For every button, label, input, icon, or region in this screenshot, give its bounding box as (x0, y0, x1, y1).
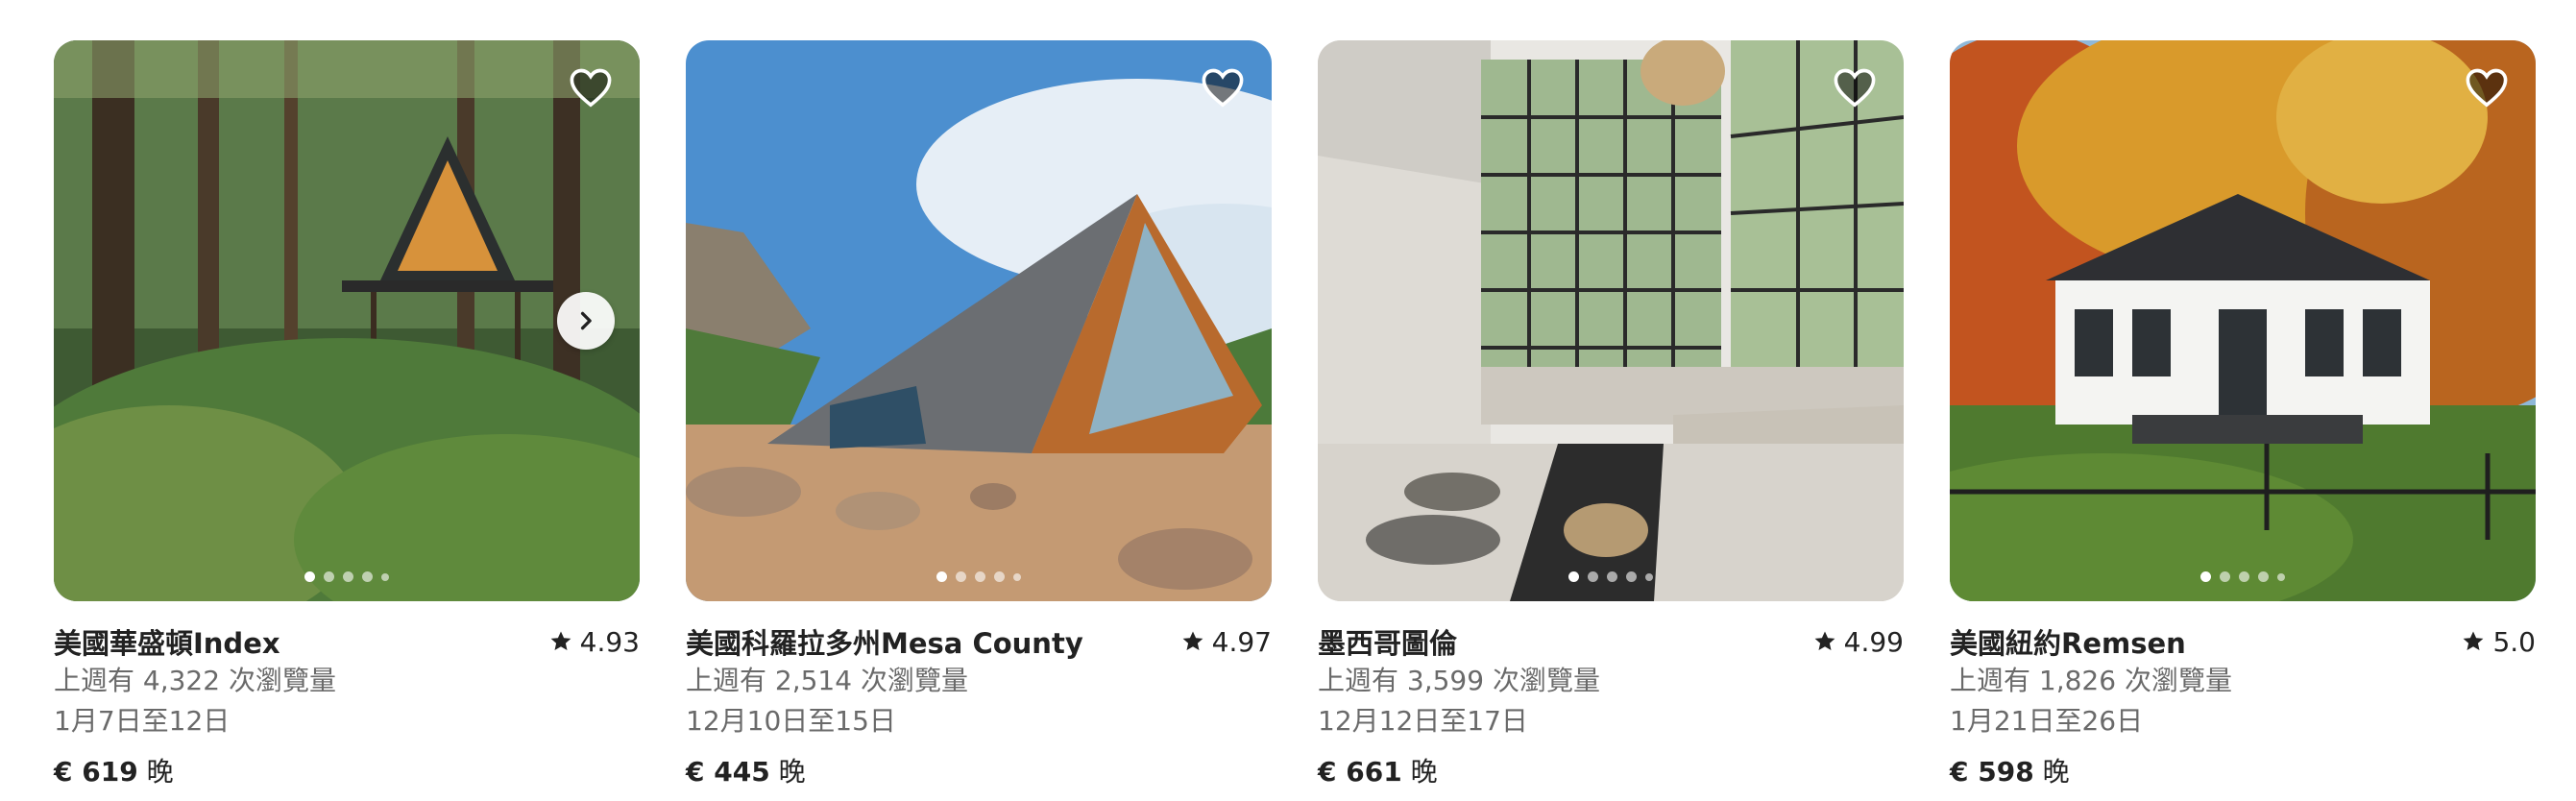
photo-dot[interactable] (994, 571, 1005, 582)
listing-rating: 4.93 (549, 626, 640, 658)
price-unit: 晚 (1410, 756, 1438, 788)
listing-price: € 598 晚 (1950, 753, 2536, 791)
treehouse-forest-image (54, 40, 640, 601)
photo-dot[interactable] (1645, 572, 1653, 581)
price-unit: 晚 (778, 756, 806, 788)
listing-dates: 12月10日至15日 (686, 705, 896, 737)
photo-dot[interactable] (975, 571, 985, 582)
favorite-heart-icon[interactable] (1833, 67, 1877, 108)
listing-photo[interactable] (1318, 40, 1904, 601)
photo-dot[interactable] (2239, 571, 2249, 582)
favorite-heart-icon[interactable] (569, 67, 613, 108)
listing-views: 上週有 3,599 次瀏覽量 (1318, 665, 1600, 696)
photo-dot[interactable] (2200, 571, 2211, 582)
rating-value: 4.97 (1211, 625, 1272, 658)
listing-title[interactable]: 美國華盛頓Index (54, 621, 280, 662)
rating-value: 4.93 (579, 625, 640, 658)
photo-dot[interactable] (936, 571, 947, 582)
listing-dates: 1月7日至12日 (54, 705, 231, 737)
photo-pagination (686, 571, 1272, 582)
photo-pagination (54, 571, 640, 582)
listing-info: 美國華盛頓Index 4.93 上週有 4,322 次瀏覽量 1月7日至12日 … (54, 622, 640, 791)
listing-title[interactable]: 墨西哥圖倫 (1318, 621, 1457, 662)
rating-value: 4.99 (1843, 625, 1904, 658)
listing-views: 上週有 4,322 次瀏覽量 (54, 665, 336, 696)
listing-views: 上週有 2,514 次瀏覽量 (686, 665, 968, 696)
listing-views: 上週有 1,826 次瀏覽量 (1950, 665, 2232, 696)
price-amount: € 619 (54, 756, 138, 788)
photo-dot[interactable] (381, 572, 389, 581)
listing-info: 墨西哥圖倫 4.99 上週有 3,599 次瀏覽量 12月12日至17日 € 6… (1318, 622, 1904, 791)
listing-card[interactable]: 美國紐約Remsen 5.0 上週有 1,826 次瀏覽量 1月21日至26日 … (1950, 40, 2536, 791)
photo-dot[interactable] (2258, 571, 2269, 582)
listing-card[interactable]: 美國科羅拉多州Mesa County 4.97 上週有 2,514 次瀏覽量 1… (686, 40, 1272, 791)
listing-info: 美國科羅拉多州Mesa County 4.97 上週有 2,514 次瀏覽量 1… (686, 622, 1272, 791)
a-frame-cabin-image (686, 40, 1272, 601)
photo-dot[interactable] (1013, 572, 1021, 581)
price-amount: € 598 (1950, 756, 2034, 788)
favorite-heart-icon[interactable] (1201, 67, 1245, 108)
photo-dot[interactable] (1626, 571, 1637, 582)
autumn-cottage-image (1950, 40, 2536, 601)
listings-grid: 美國華盛頓Index 4.93 上週有 4,322 次瀏覽量 1月7日至12日 … (54, 40, 2536, 791)
photo-dot[interactable] (1568, 571, 1579, 582)
photo-dot[interactable] (324, 571, 334, 582)
listing-photo[interactable] (54, 40, 640, 601)
listing-info: 美國紐約Remsen 5.0 上週有 1,826 次瀏覽量 1月21日至26日 … (1950, 622, 2536, 791)
listing-dates: 1月21日至26日 (1950, 705, 2144, 737)
photo-dot[interactable] (2220, 571, 2230, 582)
photo-dot[interactable] (2277, 572, 2285, 581)
photo-dot[interactable] (343, 571, 353, 582)
star-icon (550, 631, 571, 650)
listing-price: € 445 晚 (686, 753, 1272, 791)
listing-card[interactable]: 美國華盛頓Index 4.93 上週有 4,322 次瀏覽量 1月7日至12日 … (54, 40, 640, 791)
living-room-interior-image (1318, 40, 1904, 601)
price-unit: 晚 (2042, 756, 2070, 788)
rating-value: 5.0 (2492, 625, 2536, 658)
listing-dates: 12月12日至17日 (1318, 705, 1528, 737)
listing-price: € 619 晚 (54, 753, 640, 791)
listing-title[interactable]: 美國紐約Remsen (1950, 621, 2186, 662)
photo-dot[interactable] (1607, 571, 1617, 582)
star-icon (1182, 631, 1203, 650)
star-icon (1814, 631, 1835, 650)
price-unit: 晚 (146, 756, 174, 788)
photo-dot[interactable] (304, 571, 315, 582)
star-icon (2464, 631, 2484, 650)
favorite-heart-icon[interactable] (2465, 67, 2509, 108)
listing-title[interactable]: 美國科羅拉多州Mesa County (686, 621, 1083, 662)
price-amount: € 661 (1318, 756, 1402, 788)
photo-dot[interactable] (1588, 571, 1598, 582)
listing-photo[interactable] (1950, 40, 2536, 601)
photo-dot[interactable] (362, 571, 373, 582)
listing-price: € 661 晚 (1318, 753, 1904, 791)
listing-rating: 4.97 (1181, 626, 1272, 658)
listing-card[interactable]: 墨西哥圖倫 4.99 上週有 3,599 次瀏覽量 12月12日至17日 € 6… (1318, 40, 1904, 791)
photo-pagination (1950, 571, 2536, 582)
photo-pagination (1318, 571, 1904, 582)
price-amount: € 445 (686, 756, 770, 788)
photo-dot[interactable] (956, 571, 966, 582)
next-photo-button[interactable] (557, 292, 615, 350)
chevron-right-icon (580, 311, 592, 330)
listing-photo[interactable] (686, 40, 1272, 601)
listing-rating: 4.99 (1813, 626, 1904, 658)
listing-rating: 5.0 (2462, 626, 2536, 658)
